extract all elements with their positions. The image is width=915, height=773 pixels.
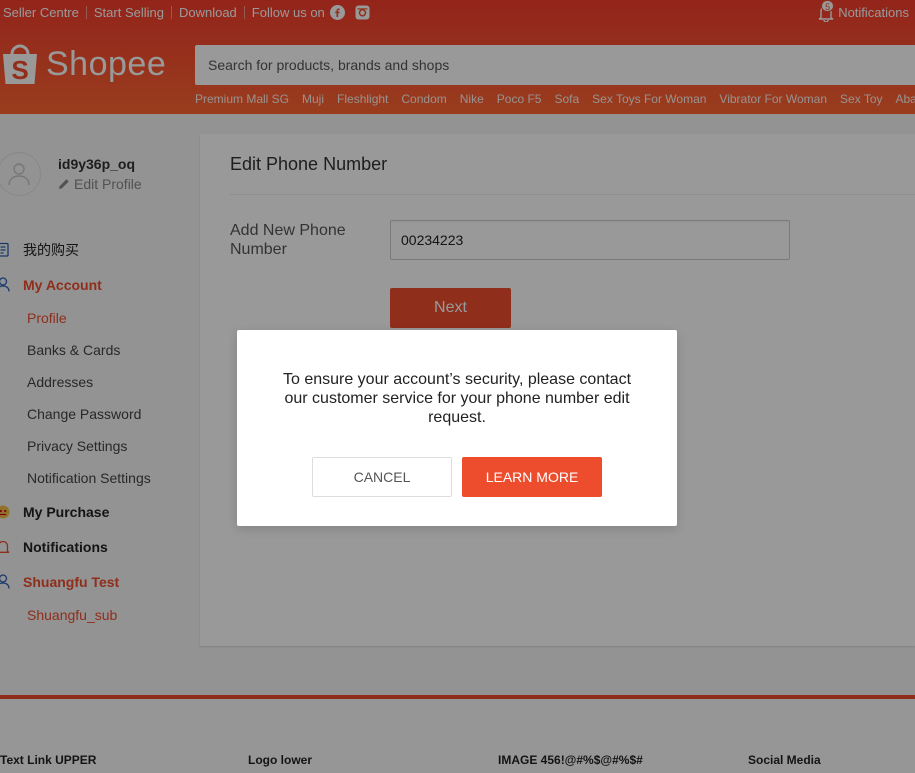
dialog-message: To ensure your account’s security, pleas… (282, 371, 632, 426)
cancel-button[interactable]: CANCEL (312, 457, 452, 497)
security-dialog: To ensure your account’s security, pleas… (237, 330, 677, 526)
learn-more-button[interactable]: LEARN MORE (462, 457, 602, 497)
